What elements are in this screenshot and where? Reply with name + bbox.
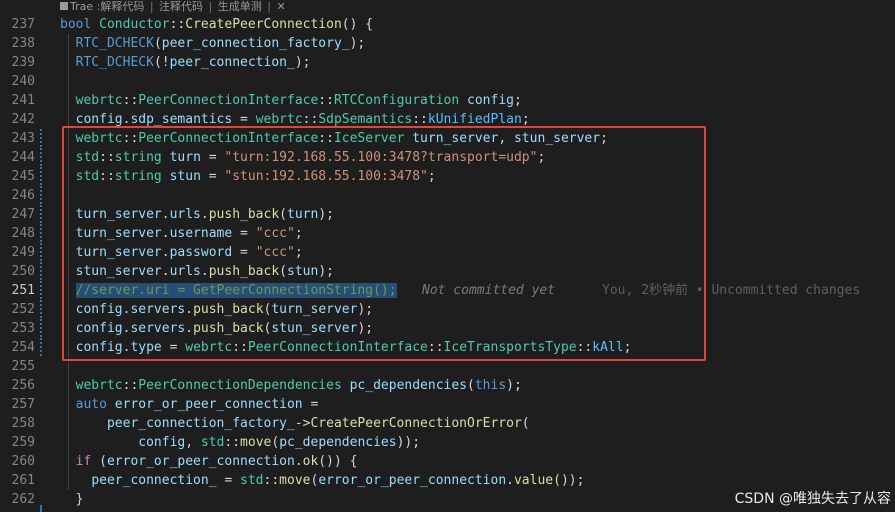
diff-gutter-marker[interactable]: [40, 281, 42, 300]
trae-icon: [60, 2, 68, 10]
code-text: auto error_or_peer_connection =: [75, 397, 319, 412]
diff-gutter-marker[interactable]: [40, 205, 42, 224]
code-text: webrtc::PeerConnectionInterface::RTCConf…: [75, 93, 522, 108]
code-text: RTC_DCHECK(peer_connection_factory_);: [75, 36, 366, 51]
code-text: webrtc::PeerConnectionDependencies pc_de…: [75, 378, 522, 393]
code-text: RTC_DCHECK(!peer_connection_);: [75, 55, 311, 70]
line-number: 257: [11, 397, 35, 412]
ai-codelens: Trae :解释代码 | 注释代码 | 生成单测 | ✕: [60, 0, 286, 14]
line-number: 249: [11, 245, 35, 260]
line-number: 242: [11, 112, 35, 127]
line-number: 237: [11, 17, 35, 32]
code-line[interactable]: 241 webrtc::PeerConnectionInterface::RTC…: [0, 91, 895, 110]
diff-gutter-marker[interactable]: [40, 148, 42, 167]
code-text: bool Conductor::CreatePeerConnection() {: [60, 17, 374, 32]
line-number: 247: [11, 207, 35, 222]
code-line[interactable]: 240: [0, 72, 895, 91]
code-line[interactable]: 238 RTC_DCHECK(peer_connection_factory_)…: [0, 34, 895, 53]
line-number: 244: [11, 150, 35, 165]
code-line[interactable]: 237 bool Conductor::CreatePeerConnection(…: [0, 15, 895, 34]
line-number: 253: [11, 321, 35, 336]
diff-gutter-marker[interactable]: [40, 129, 42, 148]
line-number: 260: [11, 454, 35, 469]
explain-code-link[interactable]: 解释代码: [100, 0, 144, 13]
line-number: 256: [11, 378, 35, 393]
line-number: 245: [11, 169, 35, 184]
code-text: }: [60, 492, 84, 507]
code-line[interactable]: 256 webrtc::PeerConnectionDependencies p…: [0, 376, 895, 395]
line-number: 261: [11, 473, 35, 488]
diff-gutter-marker: [40, 505, 42, 512]
code-text: peer_connection_ = std::move(error_or_pe…: [91, 473, 585, 488]
watermark: CSDN @唯独失去了从容: [734, 491, 891, 507]
diff-gutter-marker[interactable]: [40, 319, 42, 338]
line-number: 251: [11, 283, 35, 298]
codelens-brand: Trae: [70, 0, 94, 13]
diff-gutter-marker[interactable]: [40, 338, 42, 357]
line-number: 238: [11, 36, 35, 51]
line-number: 248: [11, 226, 35, 241]
diff-gutter-marker[interactable]: [40, 300, 42, 319]
diff-gutter-marker[interactable]: [40, 167, 42, 186]
line-number: 259: [11, 435, 35, 450]
close-codelens-icon[interactable]: ✕: [276, 0, 285, 13]
code-line[interactable]: 259 config, std::move(pc_dependencies));: [0, 433, 895, 452]
code-line[interactable]: 258 peer_connection_factory_->CreatePeer…: [0, 414, 895, 433]
diff-gutter-marker[interactable]: [40, 243, 42, 262]
code-text: config, std::move(pc_dependencies));: [138, 435, 421, 450]
line-number: 262: [11, 492, 35, 507]
diff-gutter-marker[interactable]: [40, 186, 42, 205]
diff-gutter-marker[interactable]: [40, 262, 42, 281]
highlight-box: [62, 126, 706, 361]
line-number: 254: [11, 340, 35, 355]
code-text: peer_connection_factory_->CreatePeerConn…: [106, 416, 530, 431]
code-line[interactable]: 260 if (error_or_peer_connection.ok()) {: [0, 452, 895, 471]
diff-gutter-marker[interactable]: [40, 224, 42, 243]
code-line[interactable]: 257 auto error_or_peer_connection =: [0, 395, 895, 414]
line-number: 241: [11, 93, 35, 108]
line-number: 243: [11, 131, 35, 146]
code-line[interactable]: 239 RTC_DCHECK(!peer_connection_);: [0, 53, 895, 72]
generate-unittest-link[interactable]: 生成单测: [218, 0, 262, 13]
line-number: 255: [11, 359, 35, 374]
comment-code-link[interactable]: 注释代码: [159, 0, 203, 13]
line-number: 252: [11, 302, 35, 317]
code-text: if (error_or_peer_connection.ok()) {: [75, 454, 358, 469]
line-number: 250: [11, 264, 35, 279]
line-number: 240: [11, 74, 35, 89]
line-number: 246: [11, 188, 35, 203]
line-number: 258: [11, 416, 35, 431]
line-number: 239: [11, 55, 35, 70]
code-editor[interactable]: Trae :解释代码 | 注释代码 | 生成单测 | ✕ 237 bool Con…: [0, 0, 895, 512]
